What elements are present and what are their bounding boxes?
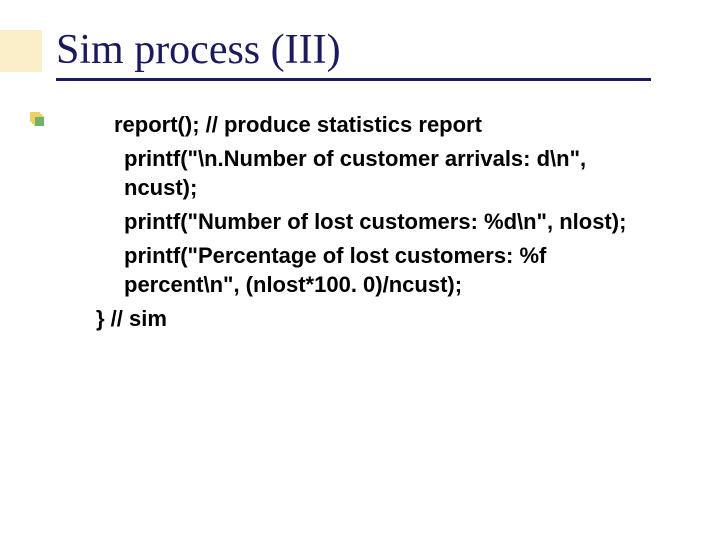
code-line: report(); // produce statistics report: [114, 110, 656, 140]
code-line: } // sim: [96, 304, 656, 334]
code-line: printf("Number of lost customers: %d\n",…: [124, 207, 656, 237]
title-underline: [56, 78, 651, 81]
title-wrap: Sim process (III): [56, 26, 690, 81]
code-line: printf("\n.Number of customer arrivals: …: [124, 144, 656, 203]
code-line: printf("Percentage of lost customers: %f…: [124, 241, 656, 300]
bullet-icon: [34, 116, 44, 126]
slide-title: Sim process (III): [56, 26, 690, 74]
code-body: report(); // produce statistics report p…: [96, 110, 656, 338]
accent-box: [0, 30, 42, 72]
